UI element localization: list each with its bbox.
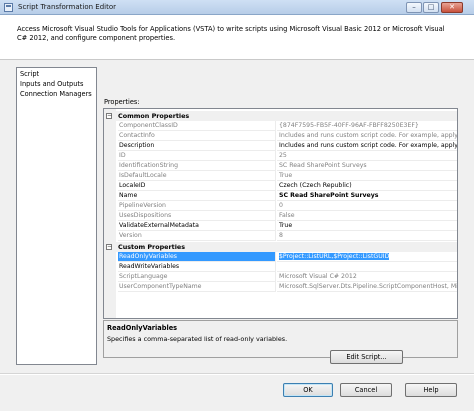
property-name: UserComponentTypeName: [118, 282, 276, 292]
nav-item-script[interactable]: Script: [20, 70, 39, 78]
property-value[interactable]: True: [277, 221, 457, 231]
property-name: ReadWriteVariables: [118, 262, 276, 272]
collapse-icon[interactable]: −: [106, 113, 112, 119]
property-row[interactable]: PipelineVersion 0: [104, 201, 457, 211]
window-title: Script Transformation Editor: [18, 3, 116, 11]
property-name: ID: [118, 151, 276, 161]
property-value[interactable]: SC Read SharePoint Surveys: [277, 191, 457, 201]
property-value: 0: [277, 201, 457, 211]
property-help-panel: ReadOnlyVariables Specifies a comma-sepa…: [103, 320, 458, 358]
property-value: Microsoft Visual C# 2012: [277, 272, 457, 282]
property-value: 8: [277, 231, 457, 241]
property-value: Includes and runs custom script code. Fo…: [277, 132, 457, 141]
property-name: IdentificationString: [118, 161, 276, 171]
property-name: ComponentClassID: [118, 121, 276, 131]
property-value[interactable]: [277, 262, 457, 272]
property-value[interactable]: Czech (Czech Republic): [277, 181, 457, 191]
property-grid[interactable]: − Common Properties ComponentClassID {87…: [103, 108, 458, 319]
property-row[interactable]: LocaleID Czech (Czech Republic): [104, 181, 457, 191]
property-value: False: [277, 211, 457, 221]
property-name: IsDefaultLocale: [118, 171, 276, 181]
property-row-selected[interactable]: ReadOnlyVariables $Project::ListURL,$Pro…: [104, 252, 457, 262]
property-name: ContactInfo: [118, 131, 276, 141]
property-row[interactable]: IdentificationString SC Read SharePoint …: [104, 161, 457, 171]
maximize-button[interactable]: □: [423, 2, 439, 13]
property-name: PipelineVersion: [118, 201, 276, 211]
window-app-icon: [4, 3, 13, 12]
cancel-button[interactable]: Cancel: [340, 383, 392, 397]
property-row[interactable]: UsesDispositions False: [104, 211, 457, 221]
property-name: Name: [118, 191, 276, 201]
property-row[interactable]: ID 25: [104, 151, 457, 161]
property-value: SC Read SharePoint Surveys: [277, 161, 457, 171]
category-common-properties[interactable]: − Common Properties: [104, 111, 457, 121]
property-name: Version: [118, 231, 276, 241]
property-row[interactable]: UserComponentTypeName Microsoft.SqlServe…: [104, 282, 457, 292]
help-button[interactable]: Help: [405, 383, 457, 397]
dialog-body: Script Inputs and Outputs Connection Man…: [0, 60, 474, 411]
property-name: ReadOnlyVariables: [118, 252, 276, 262]
property-row[interactable]: ComponentClassID {874F7595-FB5F-40FF-96A…: [104, 121, 457, 131]
minimize-button[interactable]: –: [406, 2, 422, 13]
property-value: 25: [277, 151, 457, 161]
property-row[interactable]: Name SC Read SharePoint Surveys: [104, 191, 457, 201]
property-name: Description: [118, 141, 276, 151]
properties-label: Properties:: [104, 98, 140, 106]
property-row[interactable]: Version 8: [104, 231, 457, 241]
property-name: LocaleID: [118, 181, 276, 191]
property-value: $Project::ListURL,$Project::ListGUID: [279, 253, 390, 260]
page-navigation: Script Inputs and Outputs Connection Man…: [16, 67, 97, 365]
close-button[interactable]: ✕: [441, 2, 463, 13]
property-row[interactable]: IsDefaultLocale True: [104, 171, 457, 181]
property-value-editor[interactable]: $Project::ListURL,$Project::ListGUID: [277, 252, 457, 262]
ok-button[interactable]: OK: [283, 383, 333, 397]
nav-item-inputs-outputs[interactable]: Inputs and Outputs: [20, 80, 83, 88]
title-bar: Script Transformation Editor – □ ✕: [0, 0, 474, 15]
property-value[interactable]: Includes and runs custom script code. Fo…: [277, 141, 457, 151]
property-name: UsesDispositions: [118, 211, 276, 221]
category-custom-properties[interactable]: − Custom Properties: [104, 242, 457, 252]
property-row[interactable]: ReadWriteVariables: [104, 262, 457, 272]
edit-script-button[interactable]: Edit Script...: [330, 350, 403, 364]
property-row[interactable]: ValidateExternalMetadata True: [104, 221, 457, 231]
property-value: True: [277, 171, 457, 181]
button-separator: [0, 373, 474, 375]
description-panel: Access Microsoft Visual Studio Tools for…: [0, 15, 474, 60]
property-value: {874F7595-FB5F-40FF-96AF-FBFF8250E3EF}: [277, 121, 457, 131]
collapse-icon[interactable]: −: [106, 244, 112, 250]
property-value: Microsoft.SqlServer.Dts.Pipeline.ScriptC…: [277, 283, 457, 292]
property-name: ValidateExternalMetadata: [118, 221, 276, 231]
property-row[interactable]: Description Includes and runs custom scr…: [104, 141, 457, 151]
property-row[interactable]: ContactInfo Includes and runs custom scr…: [104, 131, 457, 141]
help-title: ReadOnlyVariables: [107, 324, 178, 332]
property-name: ScriptLanguage: [118, 272, 276, 282]
help-text: Specifies a comma-separated list of read…: [107, 335, 288, 343]
property-row[interactable]: ScriptLanguage Microsoft Visual C# 2012: [104, 272, 457, 282]
editor-description: Access Microsoft Visual Studio Tools for…: [17, 25, 445, 42]
category-title: Common Properties: [118, 112, 190, 120]
nav-item-connection-managers[interactable]: Connection Managers: [20, 90, 92, 98]
category-title: Custom Properties: [118, 243, 186, 251]
